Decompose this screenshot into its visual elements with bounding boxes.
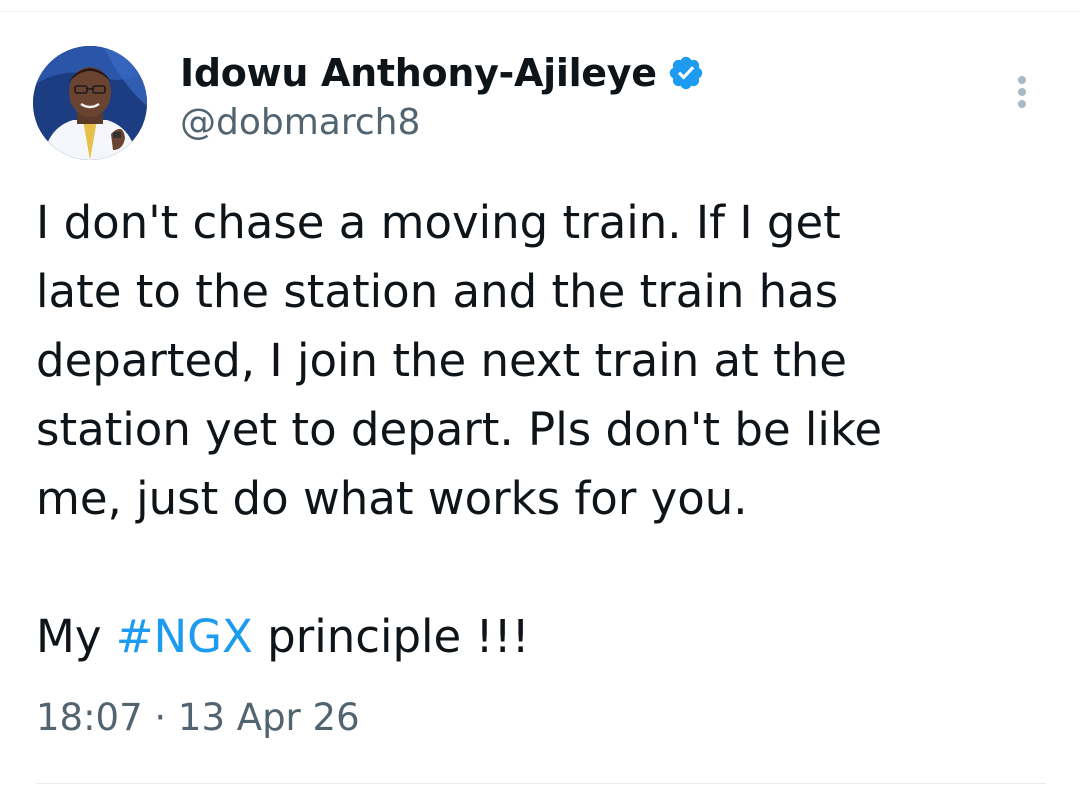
more-options-icon[interactable]	[1008, 72, 1036, 112]
author-display-name[interactable]: Idowu Anthony-Ajileye	[180, 51, 657, 95]
tweet-text: I don't chase a moving train. If I get l…	[36, 188, 1046, 671]
avatar-photo	[33, 46, 147, 160]
closing-suffix: principle !!!	[252, 610, 530, 663]
tweet-closing-line: My #NGX principle !!!	[36, 602, 1046, 671]
tweet-text-line: I don't chase a moving train. If I get	[36, 196, 841, 249]
tweet-text-line: me, just do what works for you.	[36, 472, 748, 525]
verified-badge-icon	[667, 54, 705, 92]
hashtag-link[interactable]: #NGX	[116, 610, 253, 663]
author-block: Idowu Anthony-Ajileye @dobmarch8	[180, 48, 705, 143]
name-row: Idowu Anthony-Ajileye	[180, 48, 705, 98]
tweet-text-line: late to the station and the train has	[36, 265, 839, 318]
more-dot	[1018, 88, 1026, 96]
bottom-divider	[36, 783, 1046, 784]
more-dot	[1018, 100, 1026, 108]
tweet-card: Idowu Anthony-Ajileye @dobmarch8 I don't…	[0, 0, 1080, 791]
tweet-text-line: station yet to depart. Pls don't be like	[36, 403, 883, 456]
tweet-text-line: departed, I join the next train at the	[36, 334, 847, 387]
avatar[interactable]	[33, 46, 147, 160]
tweet-timestamp[interactable]: 18:07 · 13 Apr 26	[36, 696, 360, 739]
more-dot	[1018, 76, 1026, 84]
closing-prefix: My	[36, 610, 116, 663]
author-handle[interactable]: @dobmarch8	[180, 102, 705, 143]
